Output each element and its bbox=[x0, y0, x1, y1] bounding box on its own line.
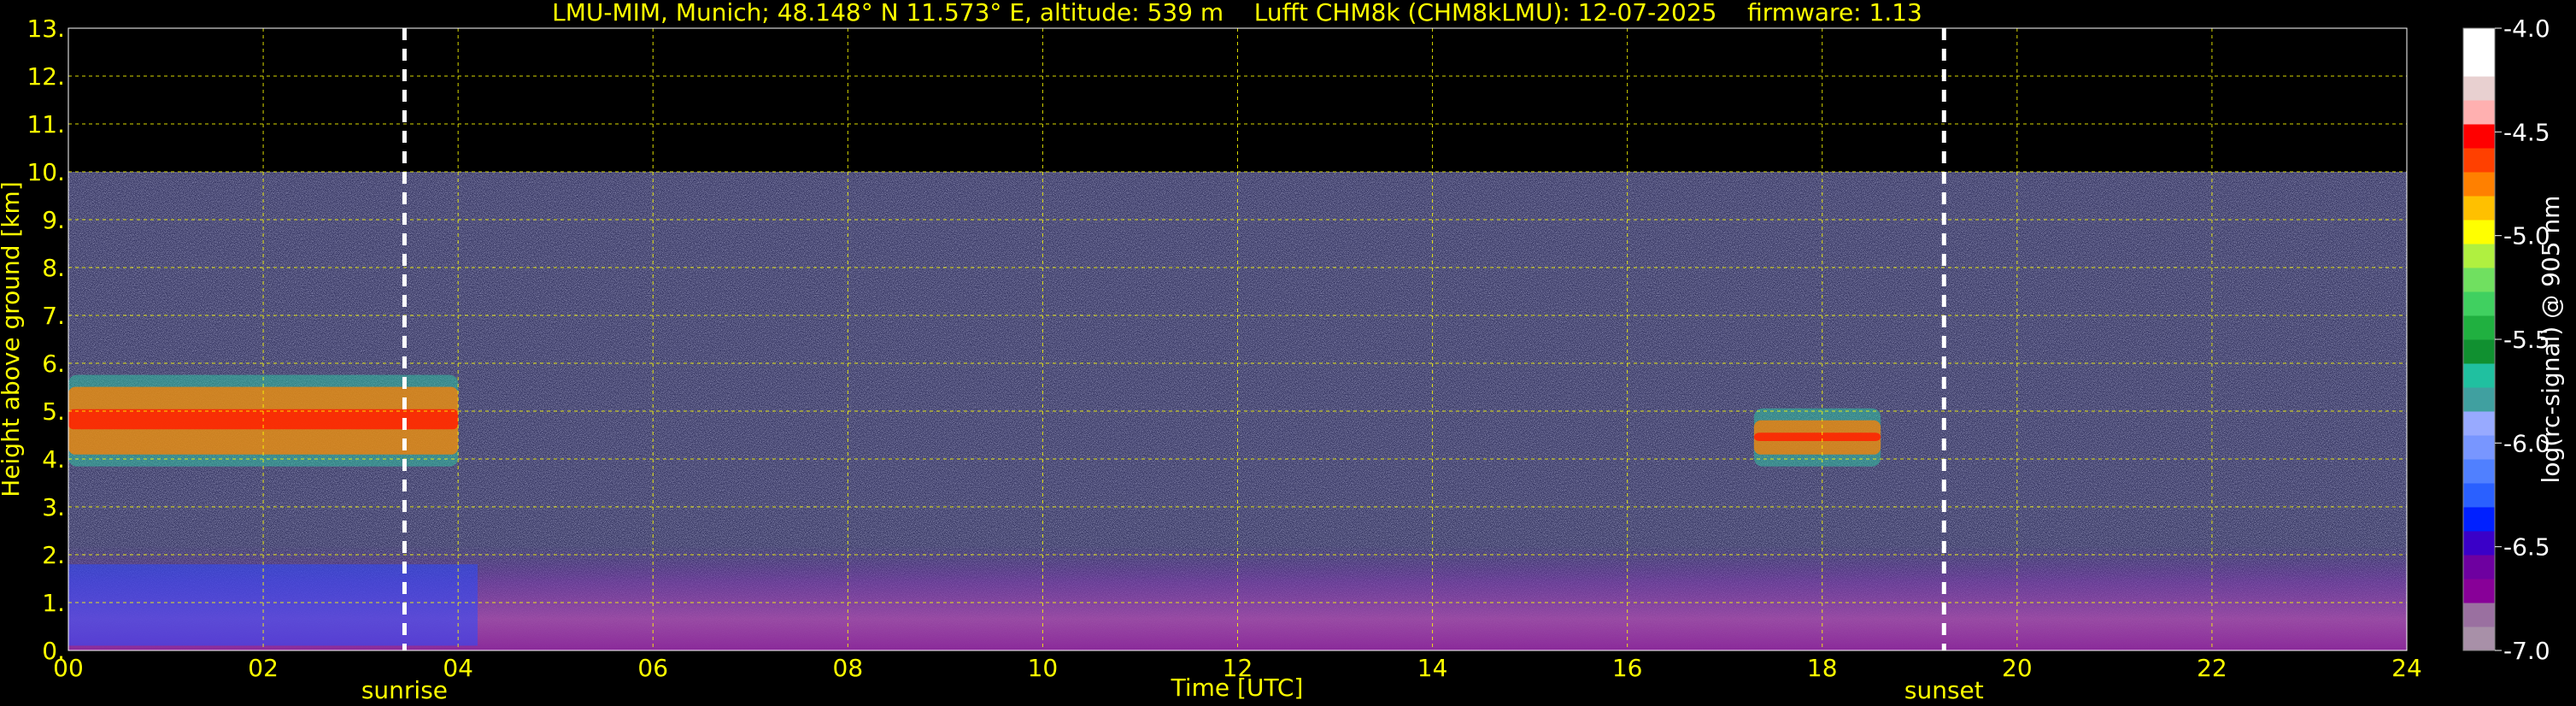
colorbar-swatch bbox=[2463, 459, 2495, 484]
colorbar-swatch bbox=[2463, 627, 2495, 651]
colorbar-tick-label: -4.0 bbox=[2503, 15, 2550, 43]
y-tick-label: 4. bbox=[42, 445, 65, 474]
colorbar-swatch bbox=[2463, 100, 2495, 125]
colorbar-tick-label: -4.5 bbox=[2503, 118, 2550, 146]
cloud-feature-2 bbox=[1753, 408, 1881, 467]
y-tick-label: 1. bbox=[42, 589, 65, 617]
y-tick-label: 11. bbox=[26, 110, 65, 138]
colorbar-swatch bbox=[2463, 196, 2495, 221]
x-axis-label: Time [UTC] bbox=[1171, 674, 1304, 702]
colorbar: -4.0-4.5-5.0-5.5-6.0-6.5-7.0 log(rc-sign… bbox=[2462, 15, 2565, 665]
colorbar-tick-label: -6.5 bbox=[2503, 533, 2550, 562]
y-tick-label: 6. bbox=[42, 350, 65, 378]
x-tick-label: 20 bbox=[2002, 654, 2033, 682]
y-tick-label: 0. bbox=[42, 637, 65, 665]
cloud-core bbox=[1753, 432, 1881, 441]
colorbar-swatch bbox=[2463, 339, 2495, 364]
y-tick-label: 10. bbox=[26, 158, 65, 186]
y-tick-label: 8. bbox=[42, 254, 65, 282]
y-tick-label: 12. bbox=[26, 62, 65, 91]
sunrise-label: sunrise bbox=[361, 676, 448, 704]
x-tick-label: 24 bbox=[2391, 654, 2422, 682]
x-tick-label: 08 bbox=[833, 654, 864, 682]
colorbar-swatch bbox=[2463, 507, 2495, 532]
colorbar-swatch bbox=[2463, 315, 2495, 340]
y-axis-label: Height above ground [km] bbox=[0, 181, 25, 497]
colorbar-swatch bbox=[2463, 411, 2495, 436]
sunset-label: sunset bbox=[1904, 676, 1984, 704]
colorbar-swatch bbox=[2463, 76, 2495, 101]
colorbar-swatch bbox=[2463, 435, 2495, 460]
ceilometer-chart: LMU-MIM, Munich; 48.148° N 11.573° E, al… bbox=[0, 0, 2565, 704]
colorbar-swatch bbox=[2463, 124, 2495, 149]
colorbar-label: log(rc-signal) @ 905 nm bbox=[2537, 196, 2565, 484]
x-tick-label: 16 bbox=[1612, 654, 1643, 682]
colorbar-swatch bbox=[2463, 291, 2495, 316]
colorbar-swatch bbox=[2463, 268, 2495, 292]
y-tick-label: 7. bbox=[42, 302, 65, 330]
colorbar-swatches bbox=[2463, 28, 2495, 651]
colorbar-swatch bbox=[2463, 555, 2495, 580]
colorbar-swatch bbox=[2463, 363, 2495, 388]
x-tick-label: 22 bbox=[2197, 654, 2227, 682]
colorbar-swatch bbox=[2463, 603, 2495, 627]
chart-title: LMU-MIM, Munich; 48.148° N 11.573° E, al… bbox=[552, 0, 1922, 26]
y-tick-labels: 0. 1. 2. 3. 4. 5. 6. 7. 8. 9. 10. 11. 12. 13. bbox=[26, 15, 65, 665]
colorbar-swatch bbox=[2463, 148, 2495, 173]
y-tick-label: 3. bbox=[42, 493, 65, 521]
colorbar-swatch bbox=[2463, 28, 2495, 53]
colorbar-swatch bbox=[2463, 579, 2495, 603]
colorbar-swatch bbox=[2463, 483, 2495, 508]
colorbar-swatch bbox=[2463, 244, 2495, 268]
y-tick-label: 5. bbox=[42, 397, 65, 426]
y-tick-label: 13. bbox=[26, 15, 65, 43]
x-tick-label: 02 bbox=[248, 654, 279, 682]
y-tick-label: 2. bbox=[42, 541, 65, 569]
x-tick-label: 06 bbox=[637, 654, 668, 682]
x-tick-label: 18 bbox=[1807, 654, 1838, 682]
colorbar-swatch bbox=[2463, 387, 2495, 412]
colorbar-swatch bbox=[2463, 531, 2495, 556]
boundary-layer-core bbox=[68, 564, 478, 646]
x-tick-label: 10 bbox=[1028, 654, 1059, 682]
x-tick-label: 14 bbox=[1417, 654, 1448, 682]
y-tick-label: 9. bbox=[42, 206, 65, 234]
colorbar-tick-label: -7.0 bbox=[2503, 637, 2550, 665]
colorbar-swatch bbox=[2463, 172, 2495, 197]
colorbar-swatch bbox=[2463, 52, 2495, 77]
colorbar-swatch bbox=[2463, 220, 2495, 244]
plot-area bbox=[67, 27, 2408, 651]
